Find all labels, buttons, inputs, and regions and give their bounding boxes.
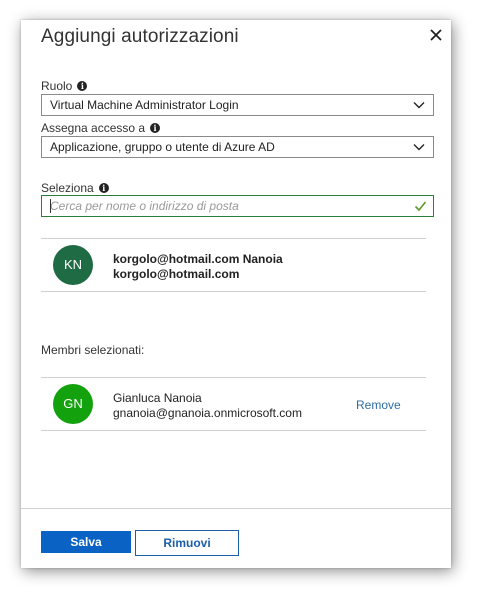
footer-divider <box>21 508 451 509</box>
divider <box>41 430 426 431</box>
assign-access-label: Assegna accesso a <box>41 121 146 135</box>
check-icon <box>414 201 427 212</box>
role-dropdown[interactable]: Virtual Machine Administrator Login <box>41 94 434 116</box>
assign-access-value: Applicazione, gruppo o utente di Azure A… <box>50 140 275 154</box>
role-value: Virtual Machine Administrator Login <box>50 98 239 112</box>
close-icon <box>430 29 442 41</box>
info-icon[interactable]: i <box>98 183 109 193</box>
avatar: KN <box>53 245 93 285</box>
divider <box>41 291 426 292</box>
save-button[interactable]: Salva <box>41 531 131 553</box>
dialog-title: Aggiungi autorizzazioni <box>41 26 239 47</box>
select-label: Seleziona <box>41 181 94 195</box>
search-result-email: korgolo@hotmail.com <box>113 267 240 281</box>
chevron-down-icon <box>413 144 425 151</box>
close-button[interactable] <box>425 24 447 46</box>
selected-members-label: Membri selezionati: <box>41 343 145 357</box>
search-result-name: korgolo@hotmail.com Nanoia <box>113 252 283 266</box>
add-permissions-dialog: Aggiungi autorizzazioni Ruolo i Virtual … <box>21 20 451 568</box>
info-icon[interactable]: i <box>150 123 161 133</box>
selected-member-email: gnanoia@gnanoia.onmicrosoft.com <box>113 406 302 420</box>
discard-button[interactable]: Rimuovi <box>135 530 239 556</box>
info-icon[interactable]: i <box>77 81 88 91</box>
remove-member-link[interactable]: Remove <box>356 398 401 412</box>
search-result-item[interactable]: KN korgolo@hotmail.com Nanoia korgolo@ho… <box>41 239 426 291</box>
text-cursor <box>50 199 51 213</box>
search-result-text: korgolo@hotmail.com Nanoia korgolo@hotma… <box>113 252 283 282</box>
selected-member-item: GN Gianluca Nanoia gnanoia@gnanoia.onmic… <box>41 378 426 430</box>
role-label-group: Ruolo i <box>41 79 88 93</box>
assign-access-dropdown[interactable]: Applicazione, gruppo o utente di Azure A… <box>41 136 434 158</box>
chevron-down-icon <box>413 102 425 109</box>
search-input[interactable] <box>50 196 405 216</box>
search-field[interactable] <box>41 195 434 217</box>
select-label-group: Seleziona i <box>41 181 109 195</box>
selected-member-name: Gianluca Nanoia <box>113 391 202 405</box>
assign-access-label-group: Assegna accesso a i <box>41 121 161 135</box>
avatar: GN <box>53 384 93 424</box>
selected-member-text: Gianluca Nanoia gnanoia@gnanoia.onmicros… <box>113 391 302 421</box>
role-label: Ruolo <box>41 79 73 93</box>
